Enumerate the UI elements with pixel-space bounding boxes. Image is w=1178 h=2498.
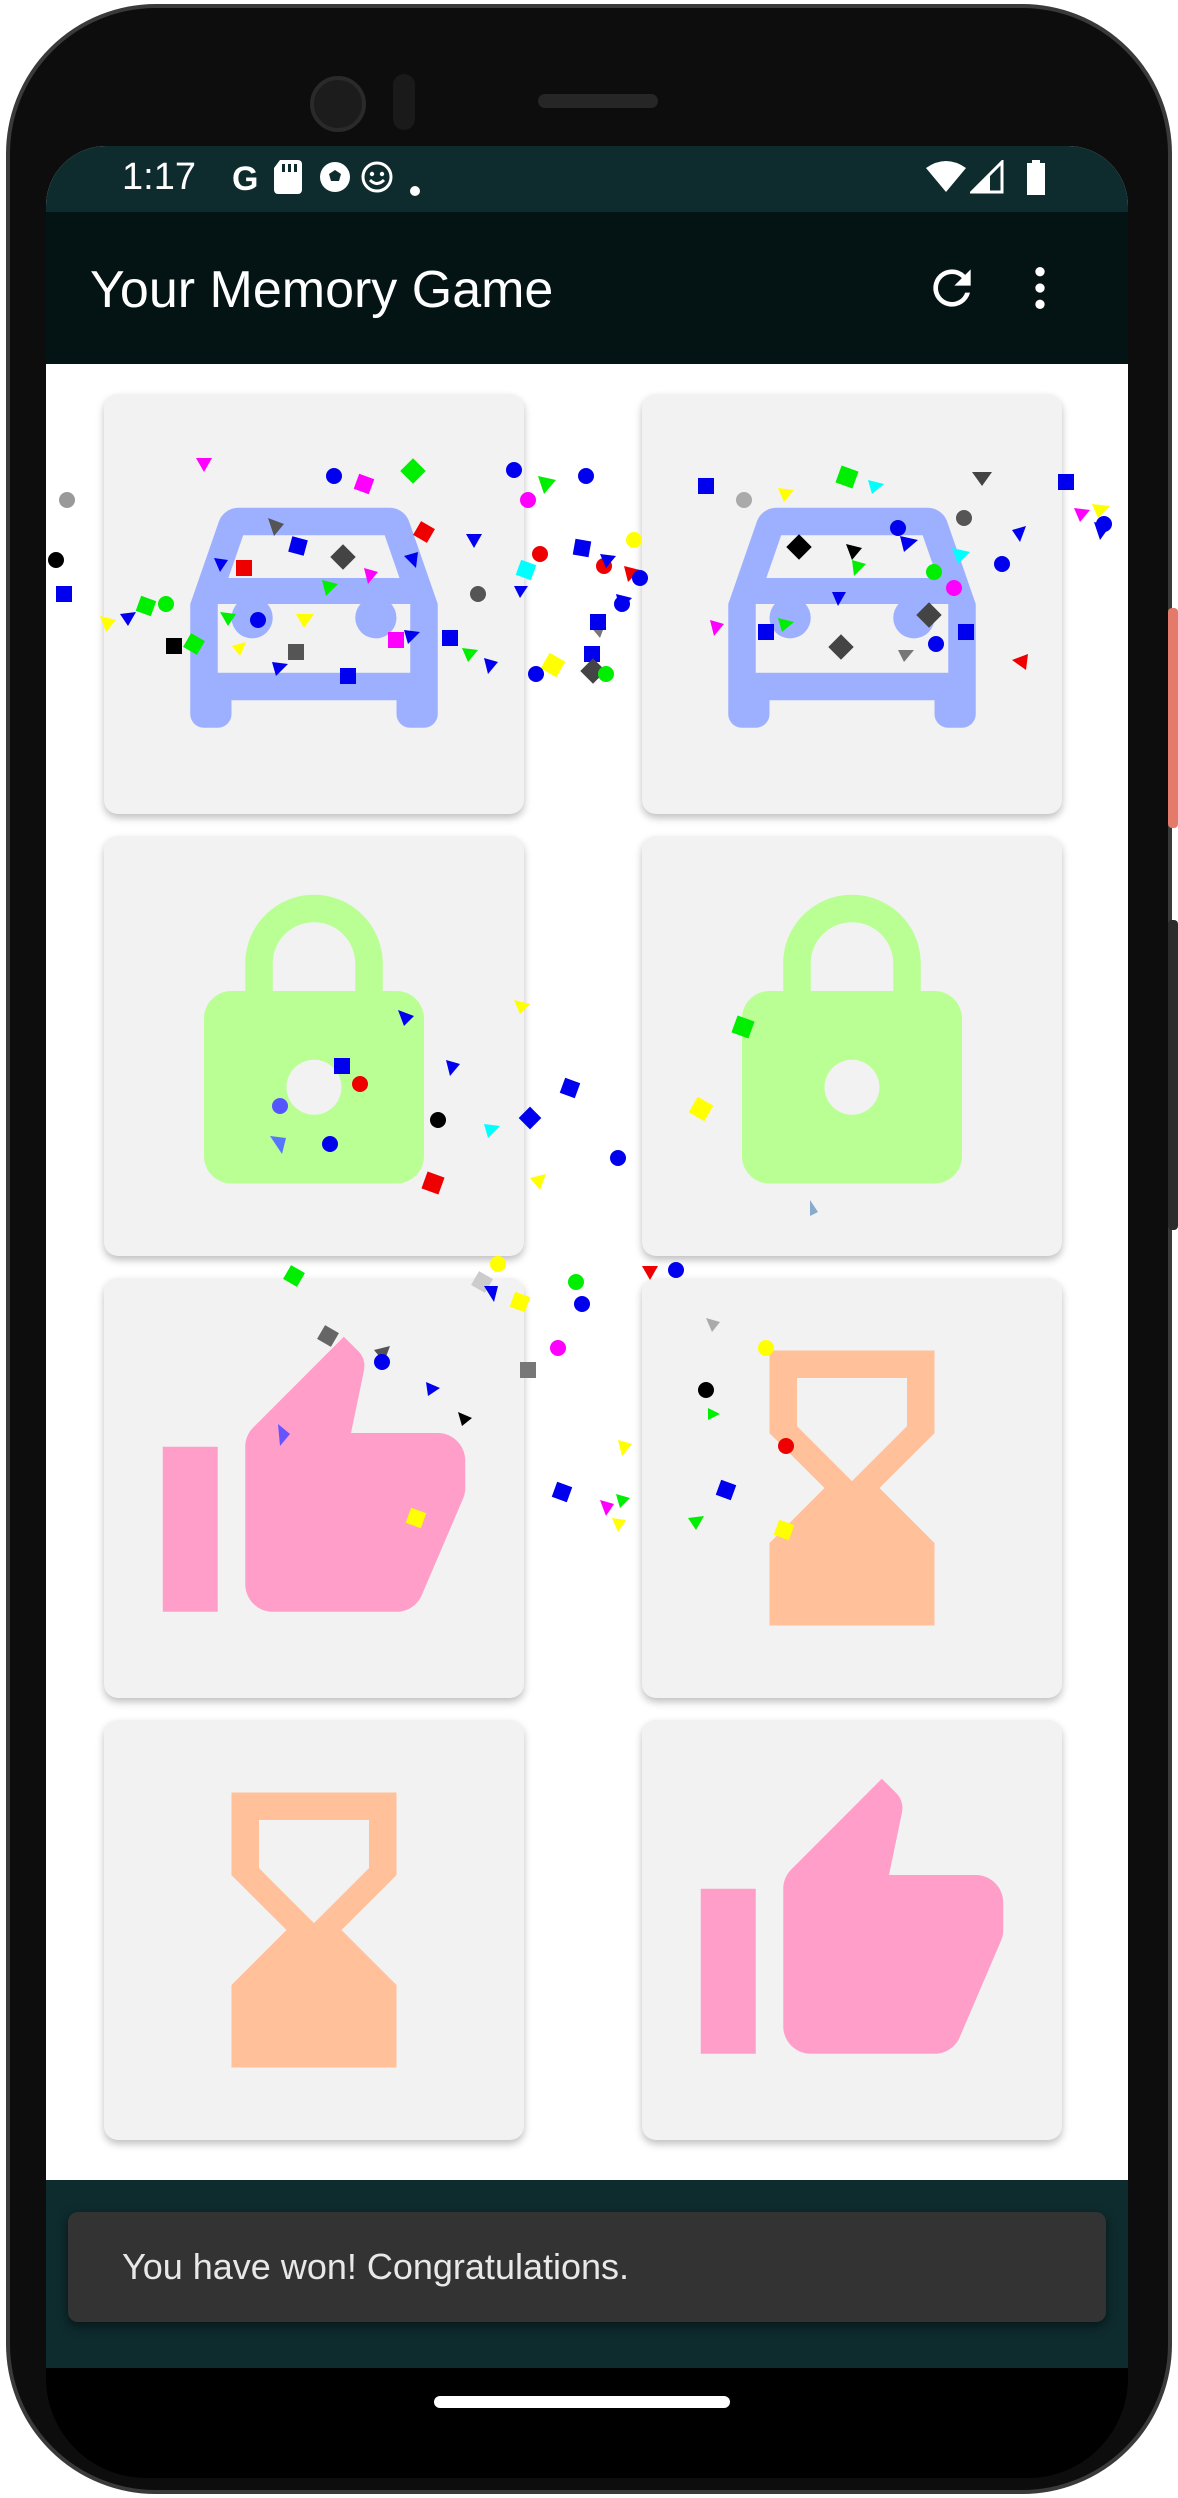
volume-button xyxy=(1168,920,1178,1230)
lock-icon xyxy=(204,894,424,1184)
hourglass-icon xyxy=(769,1350,935,1626)
memory-card[interactable] xyxy=(104,394,524,814)
sd-card-icon xyxy=(274,160,304,203)
power-button xyxy=(1168,608,1178,828)
proximity-sensor xyxy=(393,74,415,130)
smiley-icon xyxy=(360,160,394,203)
navigation-bar xyxy=(46,2368,1128,2478)
battery-icon xyxy=(1026,160,1046,205)
status-time: 1:17 xyxy=(122,156,196,198)
front-camera xyxy=(310,76,366,132)
memory-card[interactable] xyxy=(104,836,524,1256)
hourglass-icon xyxy=(231,1792,397,2068)
signal-icon xyxy=(968,158,1004,203)
wifi-icon xyxy=(926,160,966,203)
home-gesture-handle[interactable] xyxy=(434,2396,730,2408)
thumb-up-icon xyxy=(700,1778,1004,2054)
google-icon: G xyxy=(232,160,259,198)
soccer-ball-icon xyxy=(318,160,352,203)
memory-card[interactable] xyxy=(642,836,1062,1256)
car-icon xyxy=(190,507,438,728)
thumb-up-icon xyxy=(162,1336,466,1612)
refresh-icon xyxy=(933,269,971,307)
snackbar-message: You have won! Congratulations. xyxy=(122,2246,630,2287)
memory-card[interactable] xyxy=(642,1720,1062,2140)
memory-card[interactable] xyxy=(642,394,1062,814)
lock-icon xyxy=(742,894,962,1184)
memory-card[interactable] xyxy=(104,1720,524,2140)
snackbar: You have won! Congratulations. xyxy=(68,2212,1106,2322)
status-bar: 1:17 G xyxy=(46,146,1128,212)
refresh-button[interactable] xyxy=(914,250,990,326)
earpiece-speaker xyxy=(538,94,658,108)
more-options-button[interactable] xyxy=(1002,250,1078,326)
memory-card[interactable] xyxy=(104,1278,524,1698)
memory-card[interactable] xyxy=(642,1278,1062,1698)
page-title: Your Memory Game xyxy=(90,261,554,319)
screen: 1:17 G Your Memory Game You have won! Co… xyxy=(46,146,1128,2368)
more-vert-icon xyxy=(1035,267,1045,309)
car-icon xyxy=(728,507,976,728)
dot-icon xyxy=(408,168,422,207)
app-bar: Your Memory Game xyxy=(46,212,1128,364)
card-grid xyxy=(46,364,1128,2150)
